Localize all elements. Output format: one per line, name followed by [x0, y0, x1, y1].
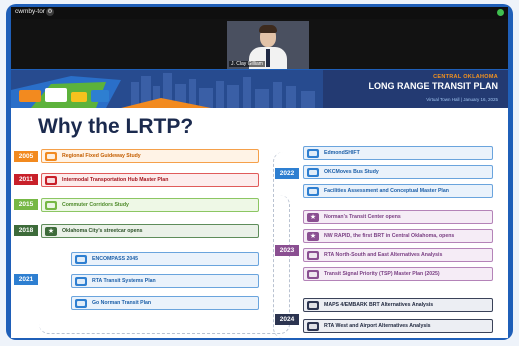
document-icon	[307, 251, 319, 260]
settings-icon[interactable]: ⚙	[46, 8, 54, 16]
timeline-item: ★ Oklahoma City's streetcar opens	[41, 224, 259, 238]
timeline-item-label: EdmondSHIFT	[324, 150, 360, 156]
timeline-item-label: Oklahoma City's streetcar opens	[62, 228, 143, 234]
year-badge: 2015	[14, 199, 38, 210]
timeline-item-label: RTA West and Airport Alternatives Analys…	[324, 323, 431, 329]
speaker-name: J. Clay Gilliam	[229, 61, 265, 67]
slide-title: Why the LRTP?	[38, 115, 194, 138]
slide-banner: CENTRAL OKLAHOMA LONG RANGE TRANSIT PLAN…	[11, 70, 508, 108]
year-badge: 2005	[14, 151, 38, 162]
timeline-item-label: Norman's Transit Center opens	[324, 214, 401, 220]
timeline-item: Commuter Corridors Study	[41, 198, 259, 212]
speaker-tie	[266, 49, 270, 67]
timeline-item: RTA North-South and East Alternatives An…	[303, 248, 493, 262]
timeline-item-label: Intermodal Transportation Hub Master Pla…	[62, 177, 169, 183]
document-icon	[307, 149, 319, 158]
timeline-item: Transit Signal Priority (TSP) Master Pla…	[303, 267, 493, 281]
timeline-item-label: ENCOMPASS 2045	[92, 256, 139, 262]
year-badge: 2024	[275, 314, 299, 325]
year-badge: 2023	[275, 245, 299, 256]
timeline-item: OKCMoves Bus Study	[303, 165, 493, 179]
timeline-item: ★ Norman's Transit Center opens	[303, 210, 493, 224]
timeline-item-label: NW RAPID, the first BRT in Central Oklah…	[324, 233, 455, 239]
document-icon	[45, 152, 57, 161]
year-badge: 2021	[14, 274, 38, 285]
banner-title: LONG RANGE TRANSIT PLAN	[368, 81, 499, 91]
document-icon	[307, 168, 319, 177]
timeline-item-label: OKCMoves Bus Study	[324, 169, 379, 175]
timeline-item-label: Transit Signal Priority (TSP) Master Pla…	[324, 271, 440, 277]
timeline-item: Intermodal Transportation Hub Master Pla…	[41, 173, 259, 187]
timeline-item-label: RTA Transit Systems Plan	[92, 278, 156, 284]
timeline-item: Facilities Assessment and Conceptual Mas…	[303, 184, 493, 198]
document-icon	[75, 255, 87, 264]
timeline-item: ★ NW RAPID, the first BRT in Central Okl…	[303, 229, 493, 243]
call-top-bar: cwmby-tor ⚙	[11, 7, 508, 19]
year-badge: 2022	[275, 168, 299, 179]
connection-status-icon	[497, 9, 504, 16]
timeline-item-label: Regional Fixed Guideway Study	[62, 153, 141, 159]
timeline-item-label: RTA North-South and East Alternatives An…	[324, 252, 443, 258]
timeline-item-label: Commuter Corridors Study	[62, 202, 129, 208]
star-icon: ★	[307, 213, 319, 222]
video-call-area: cwmby-tor ⚙ J. Clay Gilliam	[11, 7, 508, 69]
timeline-item-label: Facilities Assessment and Conceptual Mas…	[324, 188, 449, 194]
banner-subtitle: Virtual Town Hall | January 16, 2025	[426, 97, 498, 102]
document-icon	[45, 176, 57, 185]
banner-org: CENTRAL OKLAHOMA	[433, 74, 498, 80]
timeline-item-label: Go Norman Transit Plan	[92, 300, 152, 306]
timeline-item: Go Norman Transit Plan	[71, 296, 259, 310]
speaker-video-tile[interactable]: J. Clay Gilliam	[227, 21, 309, 69]
document-icon	[75, 299, 87, 308]
timeline-item: ENCOMPASS 2045	[71, 252, 259, 266]
document-icon	[75, 277, 87, 286]
timeline-item: RTA West and Airport Alternatives Analys…	[303, 319, 493, 333]
participant-label: cwmby-tor	[15, 8, 45, 15]
speaker-hair	[259, 25, 277, 33]
timeline-item: RTA Transit Systems Plan	[71, 274, 259, 288]
year-badge: 2018	[14, 225, 38, 236]
document-icon	[45, 201, 57, 210]
star-icon: ★	[307, 232, 319, 241]
document-icon	[307, 270, 319, 279]
timeline-item-label: MAPS 4/EMBARK BRT Alternatives Analysis	[324, 302, 434, 308]
timeline-item: Regional Fixed Guideway Study	[41, 149, 259, 163]
year-badge: 2011	[14, 174, 38, 185]
timeline-item: MAPS 4/EMBARK BRT Alternatives Analysis	[303, 298, 493, 312]
presentation-slide: CENTRAL OKLAHOMA LONG RANGE TRANSIT PLAN…	[11, 70, 508, 338]
document-icon	[307, 187, 319, 196]
document-icon	[307, 322, 319, 331]
document-icon	[307, 301, 319, 310]
star-icon: ★	[45, 227, 57, 236]
app-frame: cwmby-tor ⚙ J. Clay Gilliam CENTRAL OKLA…	[6, 4, 513, 340]
timeline-item: EdmondSHIFT	[303, 146, 493, 160]
